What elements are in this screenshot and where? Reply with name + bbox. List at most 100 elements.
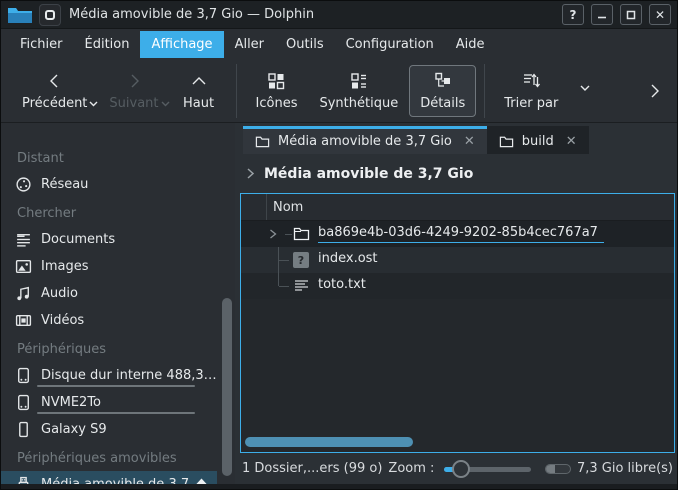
menu-aide[interactable]: Aide	[445, 31, 496, 58]
file-row[interactable]: ba869e4b-03d6-4249-9202-85b4cec767a7	[241, 221, 674, 247]
eject-icon[interactable]	[194, 477, 209, 484]
sidebar-item-label: Images	[41, 259, 89, 274]
file-view: Nom ba869e4b-03d6-4249-9202-85b4cec767a7	[240, 193, 675, 453]
toolbar-overflow-chevron-icon[interactable]	[649, 82, 661, 100]
sidebar-item-label: Documents	[41, 232, 115, 247]
sidebar-item-videos[interactable]: Vidéos	[1, 307, 217, 334]
tab-label: Média amovible de 3,7 Gio	[278, 134, 452, 149]
chevron-right-icon	[124, 71, 144, 91]
compact-view-button[interactable]: Synthétique	[308, 65, 409, 117]
music-note-icon	[15, 285, 32, 302]
status-bar: 1 Dossier,...ers (99 o) Zoom : 7,3 Gio l…	[235, 453, 677, 484]
chevron-left-icon	[45, 71, 65, 91]
sidebar-item-galaxy-s9[interactable]: Galaxy S9	[1, 416, 217, 443]
tab-build[interactable]: build ✕	[487, 126, 589, 154]
up-label: Haut	[183, 96, 214, 111]
column-header-row: Nom	[241, 194, 674, 221]
unknown-file-icon: ?	[293, 252, 309, 268]
toolbar: Précédent Suivant Haut Icônes	[1, 59, 677, 123]
tab-label: build	[522, 134, 554, 149]
file-row[interactable]: toto.txt	[241, 273, 674, 299]
capacity-bar	[37, 412, 195, 414]
chevron-right-icon[interactable]	[245, 167, 256, 180]
menu-configuration[interactable]: Configuration	[335, 31, 445, 58]
sidebar-item-disque-dur-interne[interactable]: Disque dur interne 488,3 G...	[1, 362, 217, 389]
tree-branch	[278, 273, 279, 286]
free-space-bar	[545, 464, 571, 474]
sidebar-item-reseau[interactable]: Réseau	[1, 171, 217, 198]
toolbar-separator	[236, 64, 237, 118]
close-button[interactable]: ✕	[649, 4, 671, 25]
sidebar-item-audio[interactable]: Audio	[1, 280, 217, 307]
hard-drive-icon	[15, 367, 32, 384]
network-icon	[15, 176, 32, 193]
file-name[interactable]: toto.txt	[318, 277, 366, 292]
minimize-button[interactable]	[591, 4, 613, 25]
icons-view-button[interactable]: Icônes	[245, 65, 309, 117]
sidebar-item-label: Galaxy S9	[41, 422, 107, 437]
sidebar-scrollbar-thumb[interactable]	[222, 298, 232, 476]
sort-by-button[interactable]: Trier par	[493, 65, 569, 117]
dolphin-window: Média amovible de 3,7 Gio — Dolphin ? ✕ …	[0, 0, 678, 490]
chevron-down-icon[interactable]	[579, 84, 591, 92]
sidebar-item-media-amovible[interactable]: Média amovible de 3,7 ...	[1, 471, 217, 484]
sidebar-item-label: Réseau	[41, 177, 88, 192]
forward-label: Suivant	[109, 96, 158, 111]
toolbar-separator	[484, 64, 485, 118]
tab-media-amovible[interactable]: Média amovible de 3,7 Gio ✕	[243, 126, 487, 154]
tree-branch	[278, 247, 279, 260]
titlebar: Média amovible de 3,7 Gio — Dolphin ? ✕	[1, 1, 677, 29]
menu-aller[interactable]: Aller	[224, 31, 275, 58]
usb-stick-icon	[15, 476, 32, 484]
sidebar-item-documents[interactable]: Documents	[1, 226, 217, 253]
folder-icon	[255, 135, 270, 148]
file-name[interactable]: ba869e4b-03d6-4249-9202-85b4cec767a7	[318, 225, 604, 243]
sidebar-item-label: Vidéos	[41, 313, 84, 328]
column-header-gutter	[241, 194, 267, 220]
window-menu-button[interactable]	[39, 4, 61, 26]
main-pane: Média amovible de 3,7 Gio ✕ build ✕ Médi…	[235, 123, 677, 484]
help-button[interactable]: ?	[562, 4, 584, 25]
capacity-bar	[37, 385, 195, 387]
tree-branch	[279, 286, 289, 287]
sidebar-item-nvme2to[interactable]: NVME2To	[1, 389, 217, 416]
window-bottom-edge	[1, 484, 677, 489]
back-button[interactable]: Précédent	[11, 65, 98, 117]
menu-edition[interactable]: Édition	[74, 31, 141, 58]
maximize-button[interactable]	[620, 4, 642, 25]
tab-close-icon[interactable]: ✕	[566, 134, 577, 149]
column-header-nom[interactable]: Nom	[267, 200, 303, 215]
details-view-button[interactable]: Détails	[409, 65, 476, 117]
horizontal-scrollbar-thumb[interactable]	[245, 437, 413, 447]
document-lines-icon	[15, 231, 32, 248]
places-section-peripheriques: Périphériques	[1, 338, 235, 362]
chevron-down-icon	[161, 101, 170, 107]
expander-chevron-icon[interactable]	[268, 228, 278, 240]
tree-branch	[279, 260, 289, 261]
zoom-slider-handle[interactable]	[452, 460, 470, 478]
chevron-down-icon	[89, 101, 98, 107]
sidebar-item-label: NVME2To	[41, 395, 101, 410]
breadcrumb-location[interactable]: Média amovible de 3,7 Gio	[264, 166, 473, 182]
up-button[interactable]: Haut	[170, 65, 228, 117]
free-space-label: 7,3 Gio libre(s)	[577, 461, 673, 476]
tab-close-icon[interactable]: ✕	[464, 134, 475, 149]
file-row[interactable]: ? index.ost	[241, 247, 674, 273]
text-file-icon	[293, 278, 310, 294]
compact-view-icon	[349, 71, 369, 91]
zoom-slider[interactable]	[444, 460, 531, 478]
minimize-icon	[597, 10, 607, 20]
folder-icon	[499, 135, 514, 148]
sidebar-item-images[interactable]: Images	[1, 253, 217, 280]
menu-fichier[interactable]: Fichier	[9, 31, 74, 58]
compact-view-label: Synthétique	[319, 96, 398, 111]
details-view-label: Détails	[420, 96, 465, 111]
window-menu-icon	[45, 10, 55, 20]
smartphone-icon	[15, 421, 32, 438]
file-name[interactable]: index.ost	[318, 251, 378, 266]
free-space-bar-fill	[546, 465, 555, 473]
menu-affichage[interactable]: Affichage	[140, 31, 223, 58]
forward-button[interactable]: Suivant	[98, 65, 169, 117]
sidebar-item-label: Disque dur interne 488,3 G...	[41, 368, 217, 383]
menu-outils[interactable]: Outils	[275, 31, 335, 58]
